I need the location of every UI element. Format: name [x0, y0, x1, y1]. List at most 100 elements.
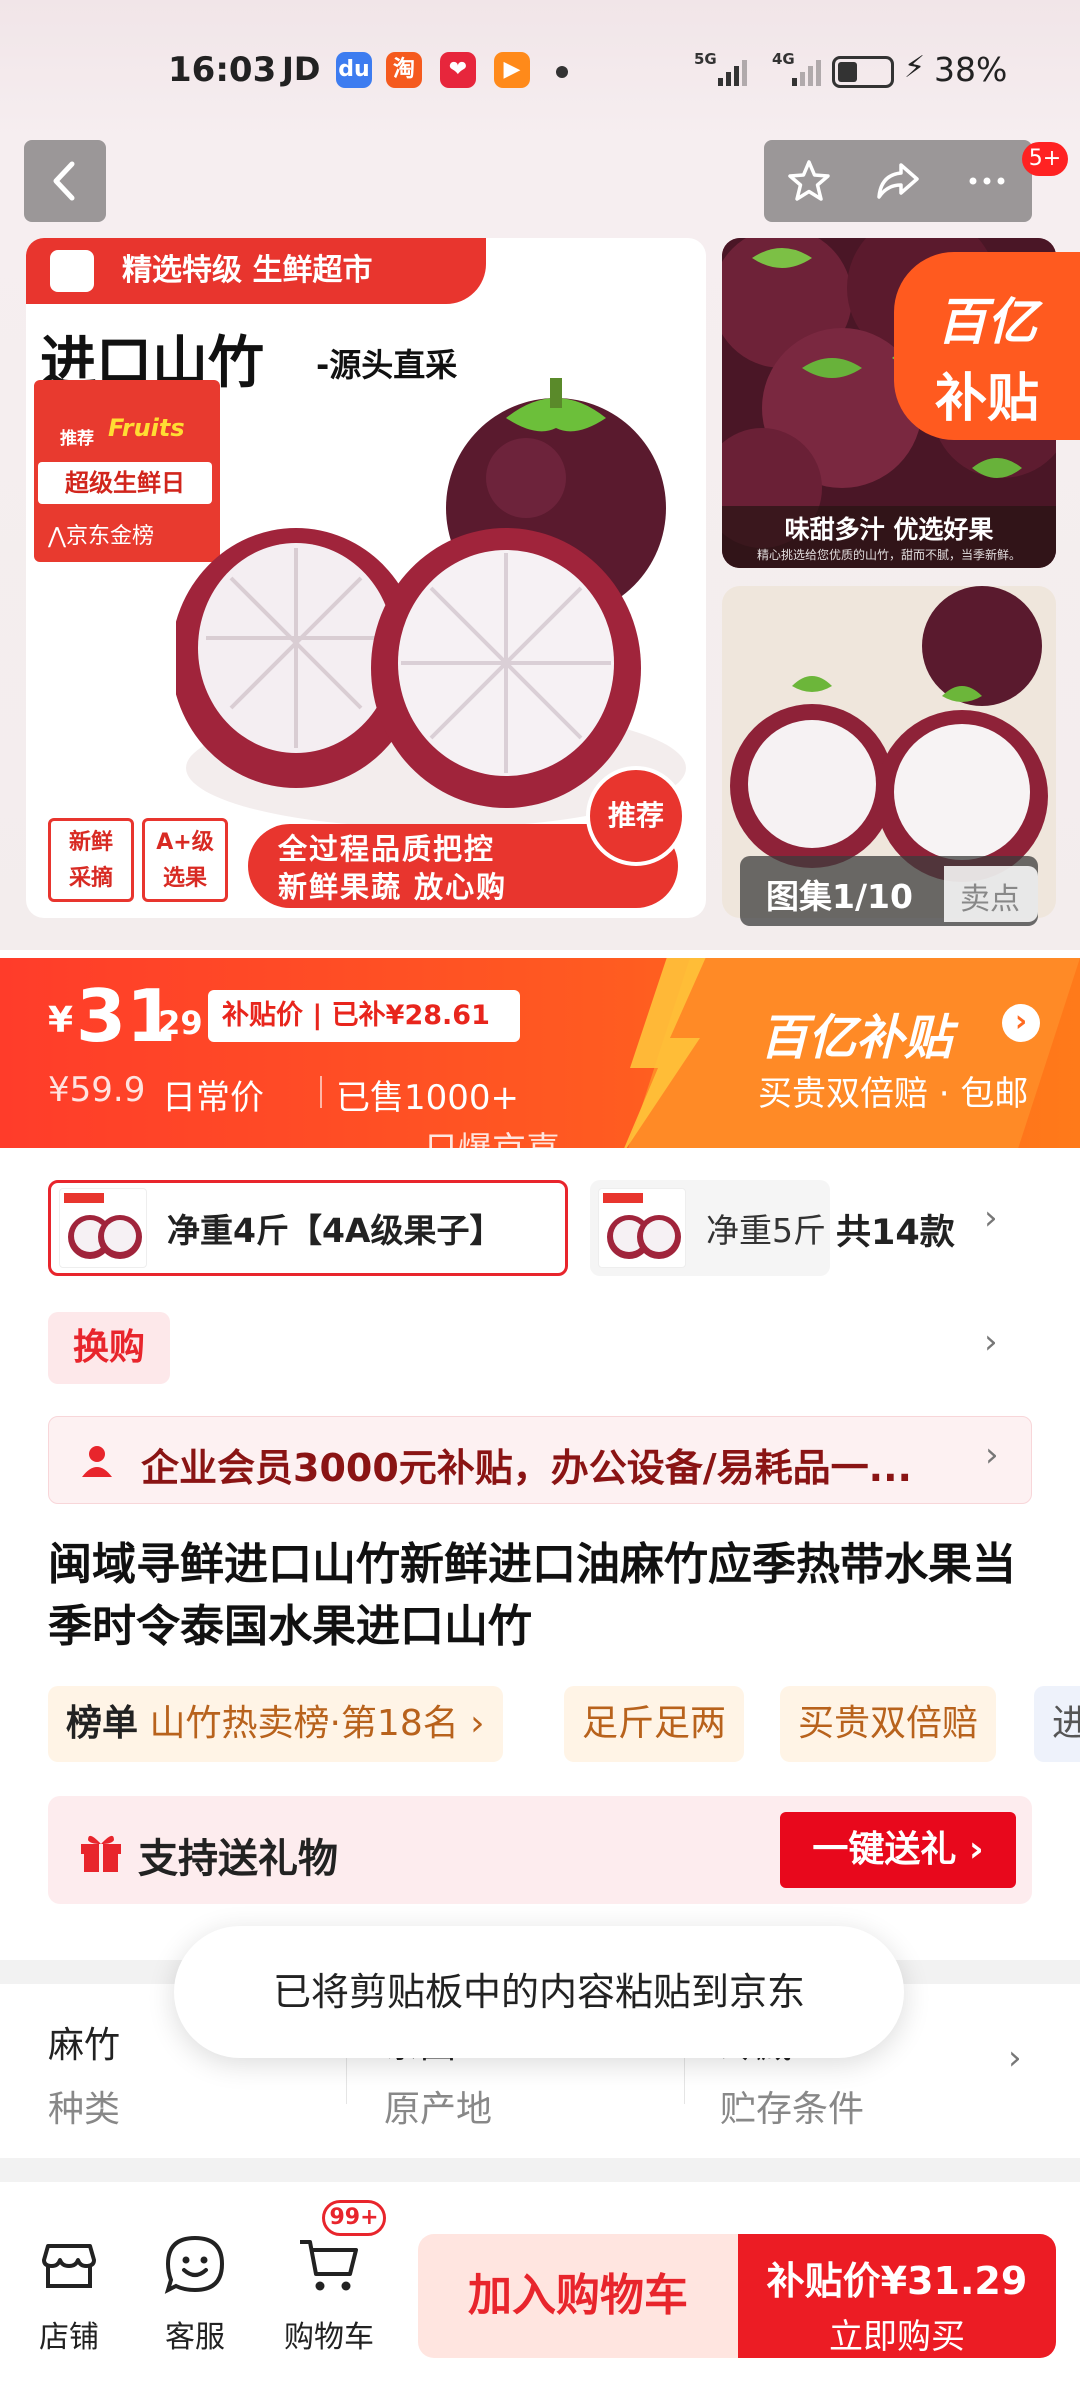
enterprise-member-text: 企业会员3000元补贴，办公设备/易耗品一... — [141, 1446, 912, 1490]
thumbnail-caption-sub: 精心挑选给您优质的山竹，甜而不腻，当季新鲜。 — [756, 548, 1021, 562]
shopping-cart-icon — [300, 2240, 358, 2291]
enterprise-member-banner[interactable]: 企业会员3000元补贴，办公设备/易耗品一... › — [48, 1416, 1032, 1504]
tag-ranking[interactable]: 榜单 山竹热卖榜·第18名 › — [48, 1686, 503, 1762]
battery-percent: 38% — [934, 50, 1008, 89]
tag-import[interactable]: 进 — [1034, 1686, 1080, 1762]
status-jd-app: JD — [282, 50, 321, 88]
spec-storage-key: 贮存条件 — [720, 2089, 865, 2130]
variant-count[interactable]: 共14款 — [836, 1204, 955, 1255]
send-gift-button[interactable]: 一键送礼 › — [780, 1812, 1016, 1888]
spec-variety-key: 种类 — [48, 2089, 121, 2130]
subsidy-title[interactable]: 百亿补贴 — [760, 998, 952, 1068]
specs-chevron-right-icon[interactable]: › — [1008, 2038, 1022, 2078]
signal-4g-icon — [792, 58, 828, 86]
spec-origin-key: 原产地 — [384, 2089, 493, 2130]
thumbnail-caption-title: 味甜多汁 优选好果 — [784, 515, 994, 544]
section-divider-2 — [0, 2158, 1080, 2182]
main-image-tag-text: 精选特级 生鲜超市 — [122, 253, 373, 288]
customer-service-button[interactable]: 客服 — [140, 2232, 250, 2356]
gift-label: 支持送礼物 — [138, 1836, 338, 1882]
product-tags: 榜单 山竹热卖榜·第18名 › 足斤足两 买贵双倍赔 进 — [48, 1686, 1080, 1762]
variant-option-2[interactable]: 净重5斤 — [590, 1180, 830, 1276]
status-time: 16:03 — [168, 50, 277, 90]
chevron-right-icon[interactable]: › — [984, 1198, 998, 1238]
original-price-label: 日常价 — [162, 1078, 264, 1118]
favorite-button[interactable] — [779, 151, 839, 211]
buy-now-button[interactable]: 补贴价¥31.29 立即购买 — [738, 2234, 1056, 2358]
original-price: ¥59.9 — [48, 1070, 146, 1110]
subsidy-description: 买贵双倍赔 · 包邮 — [758, 1074, 1029, 1114]
smiley-service-icon — [164, 2235, 225, 2294]
tag-ranking-bold: 榜单 — [66, 1703, 139, 1744]
buy-now-label: 立即购买 — [829, 2317, 965, 2357]
subsidy-badge-line2: 补贴 — [934, 369, 1039, 429]
clipboard-toast: 已将剪贴板中的内容粘贴到京东 — [174, 1926, 904, 2058]
baidu-app-icon: du — [336, 52, 372, 88]
basket-icon — [50, 250, 94, 292]
spec-variety-value: 麻竹 — [48, 2025, 121, 2066]
back-button[interactable] — [24, 140, 106, 222]
swap-purchase-tag[interactable]: 换购 — [48, 1312, 170, 1384]
more-icon — [969, 177, 1005, 185]
price-decimal: .29 — [146, 1004, 203, 1042]
badge-recommend: 推荐 — [60, 429, 94, 449]
tag-full-weight[interactable]: 足斤足两 — [564, 1686, 745, 1762]
video-app-icon: ▶ — [494, 52, 530, 88]
share-icon — [877, 163, 919, 199]
service-label: 客服 — [165, 2320, 225, 2355]
cart-button[interactable]: 购物车 — [274, 2232, 384, 2356]
store-button[interactable]: 店铺 — [14, 2232, 124, 2356]
variant-thumbnail-2 — [598, 1188, 686, 1268]
tag-full-weight-text: 足斤足两 — [582, 1703, 727, 1744]
promo-fresh-pick-text: 新鲜 采摘 — [68, 830, 113, 891]
buy-now-price: 补贴价¥31.29 — [766, 2259, 1028, 2303]
main-image-tag: 精选特级 生鲜超市 — [26, 238, 486, 304]
variant-selector: 净重4斤【4A级果子】 净重5斤 共14款 › — [0, 1180, 1080, 1284]
swap-chevron-right-icon[interactable]: › — [984, 1322, 998, 1362]
product-title: 闽域寻鲜进口山竹新鲜进口油麻竹应季热带水果当季时令泰国水果进口山竹 — [48, 1539, 1016, 1652]
nav-actions — [764, 140, 1032, 222]
battery-fill — [838, 62, 857, 82]
lightning-decoration-icon — [624, 958, 706, 1148]
album-count[interactable]: 图集1/10 — [766, 870, 913, 918]
charging-bolt-icon: ⚡ — [904, 50, 926, 85]
subsidy-arrow-icon[interactable]: › — [1002, 1004, 1040, 1042]
notification-dot-icon — [556, 66, 568, 78]
promo-a-grade: A+级 选果 — [142, 818, 228, 902]
pinduoduo-app-icon: ❤ — [440, 52, 476, 88]
promo-fresh-pick: 新鲜 采摘 — [48, 818, 134, 902]
chevron-left-icon — [53, 161, 75, 201]
share-button[interactable] — [868, 151, 928, 211]
price-currency: ¥ — [48, 1000, 74, 1041]
gift-section: 支持送礼物 一键送礼 › — [48, 1796, 1032, 1904]
star-icon — [787, 160, 830, 201]
marquee-text: 只爆京喜 — [424, 1130, 560, 1170]
variant-option-selected[interactable]: 净重4斤【4A级果子】 — [48, 1180, 568, 1276]
promo-a-grade-text: A+级 选果 — [156, 830, 214, 891]
message-badge: 5+ — [1022, 142, 1068, 176]
store-label: 店铺 — [39, 2320, 99, 2355]
thumbnail-caption: 味甜多汁 优选好果 精心挑选给您优质的山竹，甜而不腻，当季新鲜。 — [722, 506, 1056, 568]
add-to-cart-button[interactable]: 加入购物车 — [418, 2234, 738, 2358]
subsidy-badge: 百亿 补贴 — [894, 252, 1080, 440]
taobao-app-icon: 淘 — [386, 52, 422, 88]
variant-image-2 — [603, 1193, 681, 1259]
network-5g-label: 5G — [694, 50, 717, 68]
main-product-image[interactable]: 精选特级 生鲜超市 进口山竹 -源头直采 推荐 Fruits 超级生鲜日 ⋀京东… — [26, 238, 706, 918]
more-button[interactable] — [957, 151, 1017, 211]
badge-jd-list: ⋀京东金榜 — [48, 524, 155, 549]
store-icon — [42, 2244, 96, 2288]
cart-count-badge: 99+ — [322, 2200, 386, 2236]
variant-label-2: 净重5斤 — [706, 1211, 826, 1250]
variant-label-selected: 净重4斤【4A级果子】 — [167, 1211, 503, 1250]
subsidy-badge-line1: 百亿 — [937, 293, 1037, 351]
selling-points-label[interactable]: 卖点 — [960, 874, 1020, 918]
promo-recommend-badge: 推荐 — [586, 766, 686, 866]
user-icon — [82, 1446, 112, 1477]
signal-5g-icon — [718, 58, 754, 86]
tag-price-guarantee[interactable]: 买贵双倍赔 — [780, 1686, 997, 1762]
member-chevron-right-icon: › — [985, 1435, 999, 1475]
product-gallery[interactable]: 精选特级 生鲜超市 进口山竹 -源头直采 推荐 Fruits 超级生鲜日 ⋀京东… — [0, 140, 1080, 950]
battery-icon — [832, 56, 894, 88]
promo-line-2: 新鲜果蔬 放心购 — [278, 870, 508, 904]
